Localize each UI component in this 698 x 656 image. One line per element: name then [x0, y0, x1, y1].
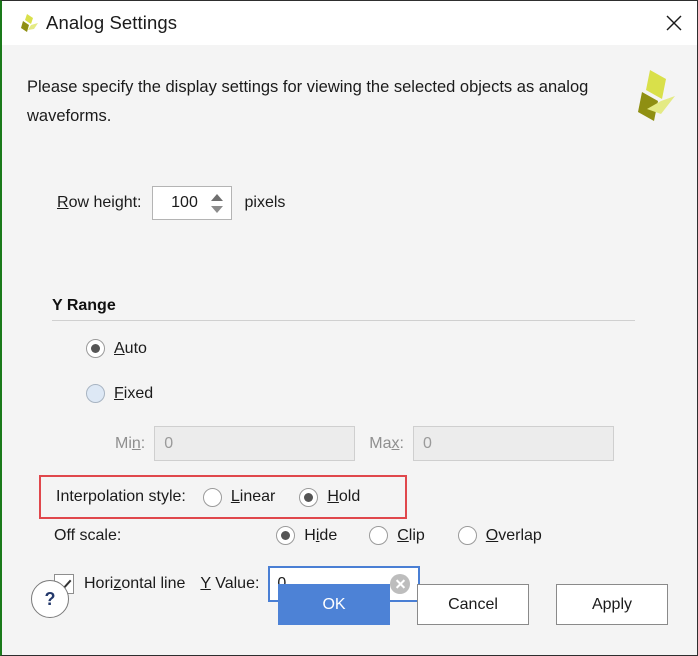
interpolation-style-group: Interpolation style: Linear Hold — [39, 475, 407, 519]
ok-button[interactable]: OK — [278, 584, 390, 625]
radio-off-scale-hide[interactable]: Hide — [276, 526, 337, 545]
radio-off-scale-overlap[interactable]: Overlap — [457, 526, 542, 545]
close-icon[interactable] — [651, 1, 697, 45]
row-height-label-rest: ow height: — [68, 194, 142, 211]
row-height-arrows — [210, 187, 224, 219]
radio-fixed-indicator[interactable] — [86, 384, 105, 403]
radio-hold-label: Hold — [327, 488, 361, 505]
radio-linear-label: Linear — [230, 488, 276, 505]
row-height-mnemonic: R — [57, 194, 69, 211]
max-label: Max: — [369, 434, 404, 452]
dialog-body: Please specify the display settings for … — [2, 45, 697, 655]
y-value-label: Y Value: — [200, 575, 260, 592]
amd-xilinx-pinwheel-logo-icon — [14, 10, 40, 36]
chevron-up-icon[interactable] — [210, 193, 223, 201]
radio-off-scale-clip[interactable]: Clip — [369, 526, 425, 545]
row-height-group: Row height: 100 pixels — [57, 186, 285, 220]
y-range-divider — [52, 320, 635, 321]
analog-settings-dialog: Analog Settings Please specify the displ… — [0, 0, 698, 656]
radio-interpolation-hold[interactable]: Hold — [299, 487, 361, 507]
cancel-button[interactable]: Cancel — [417, 584, 529, 625]
chevron-down-icon[interactable] — [210, 205, 223, 213]
radio-overlap-label: Overlap — [485, 526, 542, 544]
radio-overlap-indicator[interactable] — [457, 526, 477, 545]
off-scale-label: Off scale: — [54, 526, 122, 544]
interpolation-style-label: Interpolation style: — [56, 488, 186, 505]
radio-fixed-label: Fixed — [114, 384, 154, 402]
radio-hide-indicator[interactable] — [276, 526, 296, 545]
radio-clip-indicator[interactable] — [369, 526, 389, 545]
radio-clip-label: Clip — [397, 526, 425, 544]
max-input: 0 — [412, 426, 614, 461]
horizontal-line-label: Horizontal line — [84, 575, 186, 592]
min-label: Min: — [115, 434, 146, 452]
title-bar: Analog Settings — [2, 1, 697, 45]
row-height-label: Row height: — [57, 194, 142, 212]
row-height-unit-label: pixels — [244, 194, 286, 211]
min-max-group: Min: 0 Max: 0 — [115, 426, 614, 461]
row-height-stepper[interactable]: 100 — [151, 186, 232, 220]
radio-y-range-auto[interactable]: Auto — [86, 339, 147, 358]
window-title: Analog Settings — [46, 12, 178, 33]
radio-hold-indicator[interactable] — [299, 487, 319, 507]
min-input: 0 — [154, 426, 356, 461]
radio-auto-indicator[interactable] — [86, 339, 105, 358]
radio-hide-label: Hide — [304, 526, 338, 544]
help-button[interactable]: ? — [31, 580, 69, 618]
apply-button[interactable]: Apply — [556, 584, 668, 625]
off-scale-group: Off scale: Hide Clip Overlap — [54, 526, 542, 545]
radio-interpolation-linear[interactable]: Linear — [202, 487, 276, 507]
brand-logo-icon — [623, 67, 675, 123]
radio-linear-indicator[interactable] — [202, 487, 222, 507]
radio-auto-label: Auto — [114, 339, 147, 357]
intro-text: Please specify the display settings for … — [27, 78, 589, 125]
y-range-section-title: Y Range — [52, 297, 116, 314]
clear-circle-icon[interactable] — [390, 574, 411, 594]
radio-y-range-fixed[interactable]: Fixed — [86, 384, 153, 403]
